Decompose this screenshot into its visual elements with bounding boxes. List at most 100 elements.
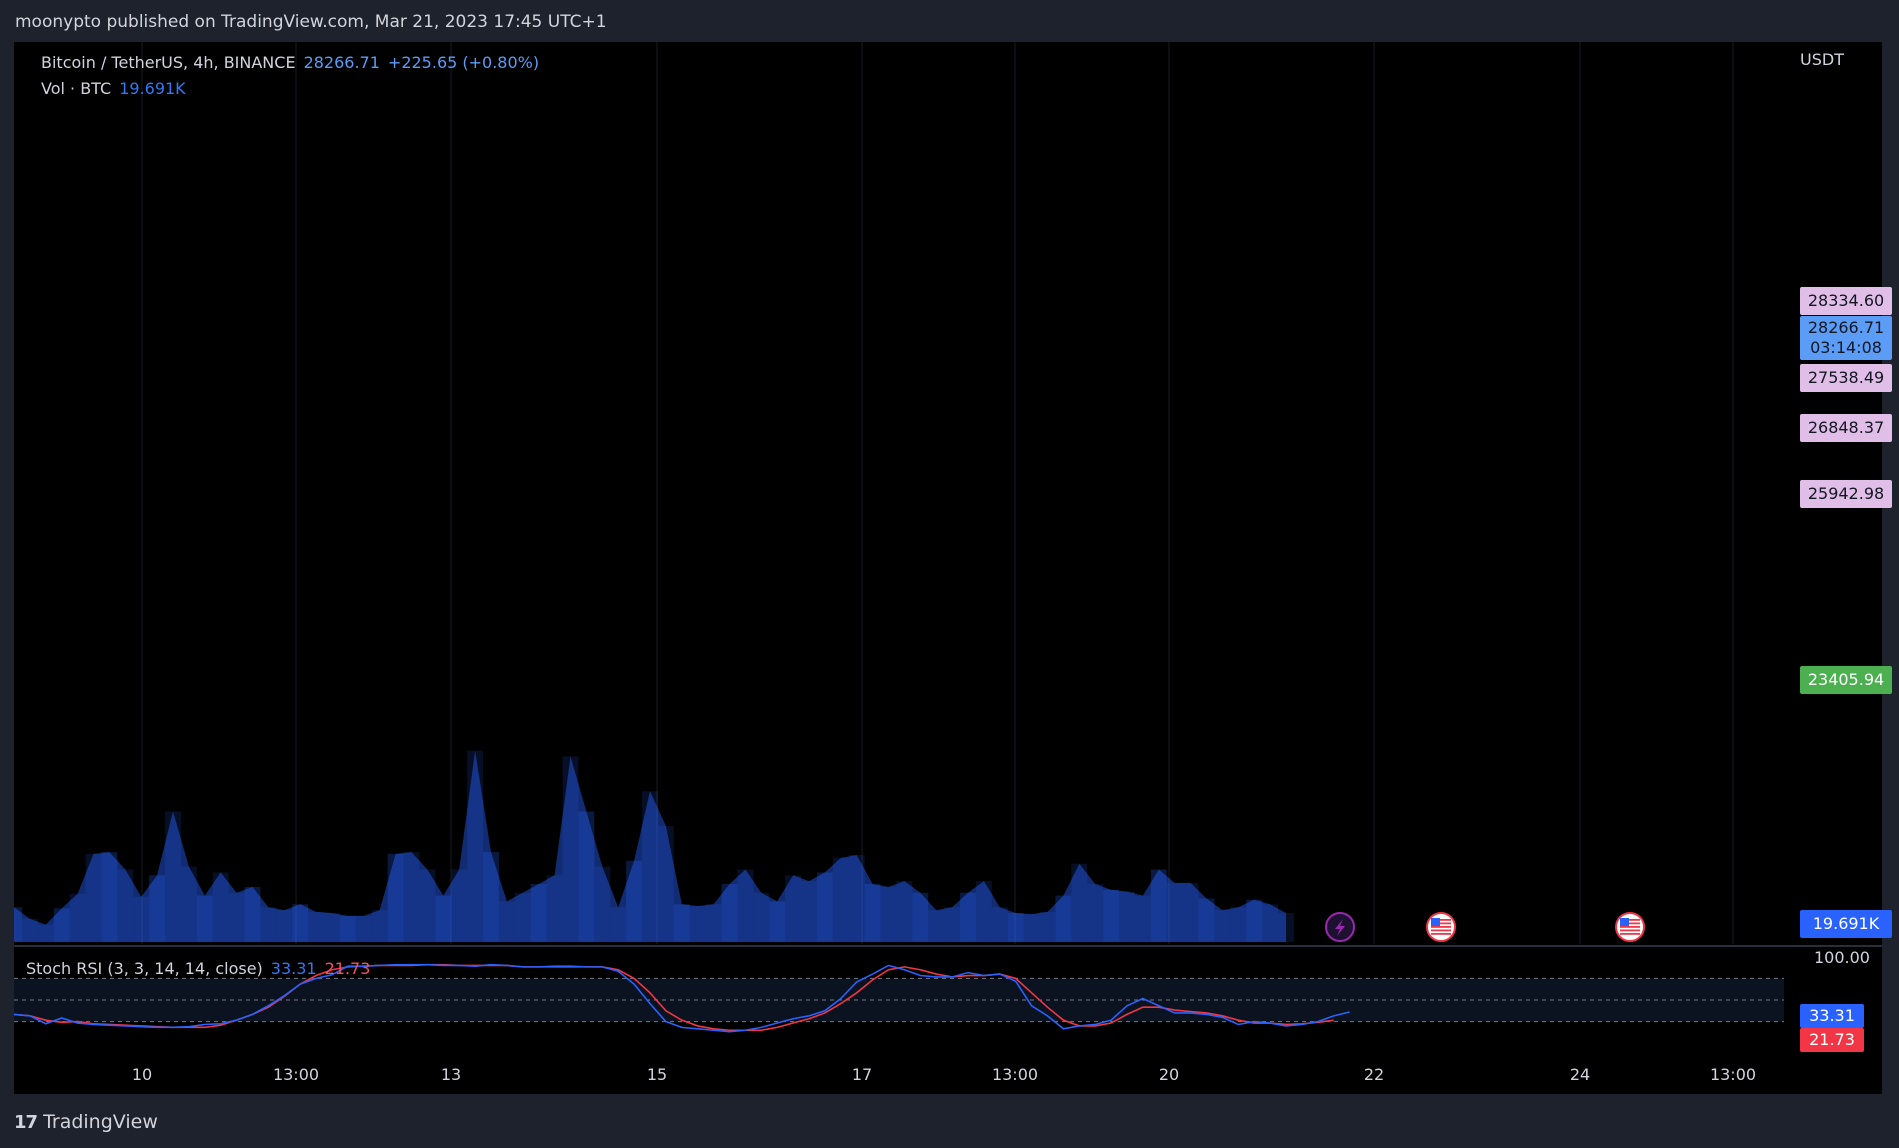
volume-bar — [101, 852, 118, 942]
volume-bar — [578, 811, 595, 942]
volume-bar — [292, 904, 309, 942]
volume-bar — [371, 910, 388, 942]
stoch-d-value: 21.73 — [324, 959, 371, 978]
tradingview-logo-icon: 17 — [14, 1111, 38, 1133]
volume-bar — [1214, 910, 1231, 942]
volume-bar — [816, 872, 833, 942]
symbol-name[interactable]: Bitcoin / TetherUS, 4h, BINANCE — [41, 53, 296, 72]
chart-area[interactable]: 31000.0030000.0029000.0025000.0024000.00… — [14, 42, 1892, 1094]
volume-bar — [546, 875, 563, 942]
tradingview-brand[interactable]: 17 TradingView — [14, 1111, 158, 1133]
volume-bar — [165, 811, 181, 942]
volume-bar — [737, 869, 754, 942]
volume-bar — [451, 869, 468, 942]
volume-legend: Vol · BTC 19.691K — [41, 79, 194, 98]
volume-bar — [324, 913, 340, 942]
volume-bar — [1119, 891, 1135, 942]
volume-bar — [1230, 907, 1247, 942]
level-label-26848: 26848.37 — [1800, 414, 1892, 442]
chart-svg[interactable]: 31000.0030000.0029000.0025000.0024000.00… — [14, 42, 1882, 1094]
volume-label[interactable]: Vol · BTC — [41, 79, 111, 98]
volume-bar — [228, 892, 245, 942]
volume-bar — [769, 901, 786, 942]
volume-bar — [37, 924, 54, 942]
time-tick-label: 13:00 — [992, 1065, 1038, 1084]
volume-bar — [1278, 913, 1294, 942]
time-tick-label: 13 — [441, 1065, 461, 1084]
volume-bar — [896, 881, 913, 942]
volume-bar — [1246, 899, 1263, 942]
volume-bar — [85, 853, 102, 942]
volume-bar — [991, 907, 1008, 942]
volume-bar — [960, 892, 976, 942]
volume-bar — [928, 910, 945, 942]
currency-label: USDT — [1800, 50, 1844, 69]
volume-bar — [753, 892, 770, 942]
volume-bar — [657, 826, 674, 942]
volume-bar — [14, 907, 22, 942]
volume-bar — [212, 872, 229, 942]
time-tick-label: 10 — [132, 1065, 152, 1084]
stoch-legend: Stoch RSI (3, 3, 14, 14, close) 33.31 21.7… — [26, 959, 378, 978]
volume-bar — [21, 918, 38, 942]
volume-bar — [1150, 869, 1167, 942]
volume-bar — [880, 886, 897, 942]
volume-bar — [355, 915, 372, 942]
volume-bar — [69, 893, 86, 942]
volume-bar — [1182, 882, 1199, 942]
volume-bar — [1039, 911, 1056, 942]
time-tick-label: 13:00 — [1710, 1065, 1756, 1084]
stoch-k-axis-label: 33.31 — [1800, 1004, 1864, 1028]
volume-bar — [514, 892, 531, 942]
volume-bar — [864, 884, 881, 942]
flash-event-icon[interactable] — [1325, 912, 1355, 942]
volume-bar — [944, 907, 961, 942]
us-flag-event-icon[interactable] — [1426, 912, 1456, 942]
volume-bar — [801, 881, 817, 942]
volume-bar — [117, 869, 134, 942]
time-tick-label: 24 — [1570, 1065, 1590, 1084]
time-tick-label: 17 — [852, 1065, 872, 1084]
us-flag-event-icon[interactable] — [1615, 912, 1645, 942]
stoch-axis-top-label: 100.00 — [1814, 948, 1870, 967]
volume-bar — [387, 853, 404, 942]
volume-bar — [689, 906, 706, 942]
volume-bar — [832, 857, 849, 942]
volume-bar — [785, 875, 802, 942]
volume-bar — [975, 881, 992, 942]
volume-bar — [1087, 884, 1104, 942]
stoch-d-axis-label: 21.73 — [1800, 1028, 1864, 1052]
symbol-legend: Bitcoin / TetherUS, 4h, BINANCE 28266.71 +… — [41, 53, 547, 72]
volume-bar — [705, 904, 722, 942]
level-label-23405: 23405.94 — [1800, 666, 1892, 694]
volume-bar — [276, 910, 293, 942]
volume-value: 19.691K — [119, 79, 186, 98]
volume-bar — [53, 908, 70, 942]
volume-bar — [848, 855, 865, 942]
time-tick-label: 15 — [647, 1065, 667, 1084]
volume-bar — [1198, 898, 1215, 942]
current-price-value: 28266.71 — [1807, 318, 1885, 337]
volume-bar — [1071, 863, 1088, 942]
volume-bar — [594, 866, 611, 942]
footer-bar — [0, 1094, 1899, 1148]
volume-bar — [626, 860, 643, 942]
stoch-k-value: 33.31 — [270, 959, 317, 978]
volume-bar — [260, 907, 277, 942]
volume-bar — [721, 884, 738, 942]
publisher-line: moonypto published on TradingView.com, M… — [15, 12, 607, 32]
time-tick-label: 13:00 — [273, 1065, 319, 1084]
volume-bar — [403, 852, 420, 942]
volume-bar — [1103, 889, 1120, 942]
level-label-25942: 25942.98 — [1800, 480, 1892, 508]
volume-bar — [1262, 904, 1279, 942]
stoch-label[interactable]: Stoch RSI (3, 3, 14, 14, close) — [26, 959, 263, 978]
countdown-value: 03:14:08 — [1810, 338, 1882, 357]
volume-bar — [339, 915, 356, 942]
price-change-value: +225.65 (+0.80%) — [387, 53, 540, 72]
time-tick-label: 22 — [1364, 1065, 1384, 1084]
volume-bar — [610, 907, 627, 942]
volume-bar — [1007, 913, 1024, 942]
volume-bar — [673, 904, 690, 942]
last-price-value: 28266.71 — [303, 53, 380, 72]
